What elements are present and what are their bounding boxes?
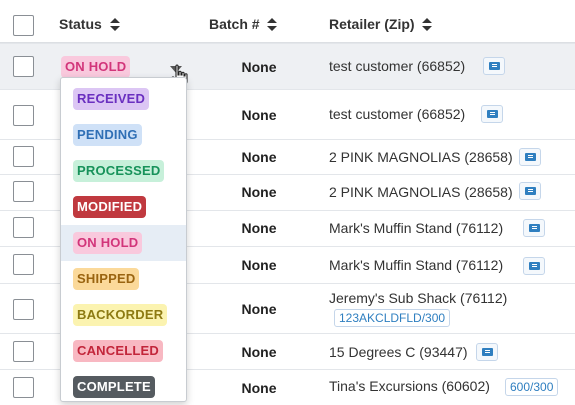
batch-cell: None (241, 59, 277, 75)
id-card-icon[interactable] (523, 257, 545, 275)
batch-cell: None (241, 380, 277, 396)
retailer-cell: Mark's Muffin Stand (76112) (329, 257, 504, 273)
id-card-icon[interactable] (519, 182, 541, 200)
id-card-icon[interactable] (523, 219, 545, 237)
status-option-complete[interactable]: COMPLETE (61, 369, 186, 405)
row-checkbox[interactable] (13, 217, 34, 238)
status-option-label: PROCESSED (73, 160, 165, 182)
batch-cell: None (241, 344, 277, 360)
table-header: Status Batch # Retailer (Zip) (0, 0, 575, 43)
status-option-pending[interactable]: PENDING (61, 117, 186, 153)
status-option-on-hold[interactable]: ON HOLD (61, 225, 186, 261)
status-option-label: MODIFIED (73, 196, 147, 218)
sort-icon[interactable] (109, 18, 120, 31)
retailer-cell: test customer (66852) (329, 106, 466, 122)
id-card-icon[interactable] (519, 148, 541, 166)
batch-header-label: Batch # (209, 16, 260, 32)
status-option-label: CANCELLED (73, 340, 163, 362)
row-checkbox[interactable] (13, 341, 34, 362)
retailer-cell: Mark's Muffin Stand (76112) (329, 220, 504, 236)
select-all-checkbox[interactable] (13, 15, 34, 36)
batch-cell: None (241, 184, 277, 200)
row-checkbox[interactable] (13, 377, 34, 398)
retailer-cell: 15 Degrees C (93447) (329, 344, 468, 360)
status-badge[interactable]: ON HOLD (61, 56, 131, 78)
status-option-modified[interactable]: MODIFIED (61, 189, 186, 225)
status-option-processed[interactable]: PROCESSED (61, 153, 186, 189)
status-option-received[interactable]: RECEIVED (61, 81, 186, 117)
retailer-header-label: Retailer (Zip) (329, 16, 415, 32)
batch-cell: None (241, 257, 277, 273)
batch-column-header[interactable]: Batch # (209, 16, 278, 32)
status-option-backorder[interactable]: BACKORDER (61, 297, 186, 333)
status-option-label: SHIPPED (73, 268, 140, 290)
retailer-tag[interactable]: 600/300 (505, 378, 559, 396)
status-header-label: Status (59, 16, 102, 32)
row-checkbox[interactable] (13, 146, 34, 167)
batch-cell: None (241, 301, 277, 317)
sort-icon[interactable] (267, 18, 278, 31)
retailer-cell: test customer (66852) (329, 58, 466, 74)
status-column-header[interactable]: Status (59, 16, 120, 32)
batch-cell: None (241, 149, 277, 165)
batch-cell: None (241, 220, 277, 236)
status-option-label: BACKORDER (73, 304, 168, 326)
status-option-shipped[interactable]: SHIPPED (61, 261, 186, 297)
row-checkbox[interactable] (13, 105, 34, 126)
row-checkbox[interactable] (13, 181, 34, 202)
retailer-tag[interactable]: 123AKCLDFLD/300 (334, 309, 451, 327)
row-checkbox[interactable] (13, 299, 34, 320)
status-option-label: RECEIVED (73, 88, 150, 110)
id-card-icon[interactable] (481, 105, 503, 123)
status-dropdown-menu: RECEIVED PENDING PROCESSED MODIFIED ON H… (60, 77, 187, 402)
status-option-label: COMPLETE (73, 376, 155, 398)
status-option-label: ON HOLD (73, 232, 143, 254)
row-checkbox[interactable] (13, 56, 34, 77)
id-card-icon[interactable] (483, 57, 505, 75)
row-checkbox[interactable] (13, 254, 34, 275)
status-option-label: PENDING (73, 124, 142, 146)
id-card-icon[interactable] (476, 343, 498, 361)
retailer-column-header[interactable]: Retailer (Zip) (329, 16, 433, 32)
retailer-cell: 2 PINK MAGNOLIAS (28658) (329, 184, 513, 200)
retailer-cell: Tina's Excursions (60602) (329, 378, 490, 394)
status-option-cancelled[interactable]: CANCELLED (61, 333, 186, 369)
retailer-cell: 2 PINK MAGNOLIAS (28658) (329, 149, 513, 165)
retailer-cell: Jeremy's Sub Shack (76112) (329, 290, 508, 306)
sort-icon[interactable] (422, 18, 433, 31)
batch-cell: None (241, 107, 277, 123)
